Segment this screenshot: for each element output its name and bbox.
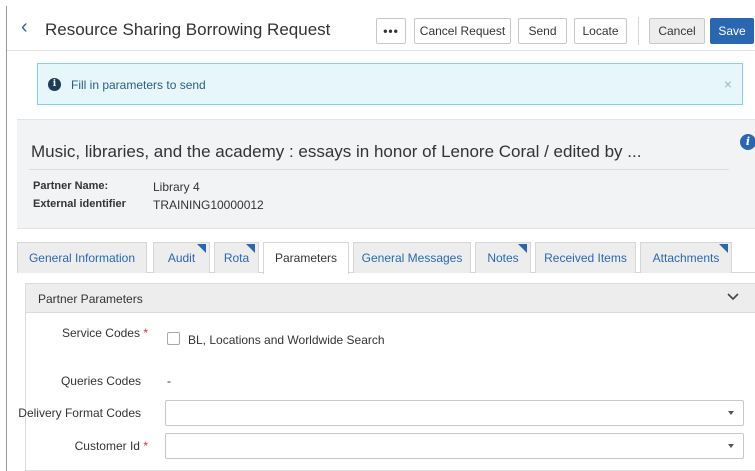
notification-flag-icon — [197, 244, 206, 253]
request-page: ‹ Resource Sharing Borrowing Request •••… — [6, 6, 755, 471]
delivery-format-codes-label: Delivery Format Codes — [18, 406, 141, 420]
tab-received-items[interactable]: Received Items — [535, 242, 636, 273]
panel-title: Partner Parameters — [38, 292, 143, 306]
send-button[interactable]: Send — [518, 18, 567, 44]
queries-codes-value: - — [167, 374, 171, 388]
info-alert: i Fill in parameters to send × — [37, 63, 743, 105]
info-circle-icon: i — [48, 78, 61, 91]
tab-attachments[interactable]: Attachments — [640, 242, 732, 273]
tab-label: Rota — [223, 251, 250, 265]
partner-name-label: Partner Name: — [33, 180, 109, 192]
label-text: Service Codes — [61, 326, 140, 340]
alert-message: Fill in parameters to send — [71, 78, 206, 92]
service-codes-label: Service Codes * — [62, 326, 148, 340]
tab-notes[interactable]: Notes — [475, 242, 531, 273]
queries-codes-label: Queries Codes — [60, 374, 141, 388]
save-button[interactable]: Save — [710, 18, 754, 44]
customer-id-select[interactable] — [165, 433, 744, 459]
info-icon[interactable]: i — [740, 134, 755, 150]
delivery-format-codes-select[interactable] — [165, 400, 744, 426]
cancel-request-button[interactable]: Cancel Request — [414, 18, 511, 44]
external-identifier-value: TRAINING10000012 — [153, 198, 264, 212]
tab-parameters[interactable]: Parameters — [263, 242, 349, 274]
divider — [29, 169, 729, 170]
service-codes-checkbox[interactable] — [167, 332, 180, 345]
dropdown-caret-icon — [728, 411, 734, 415]
back-arrow-icon[interactable]: ‹ — [21, 17, 35, 38]
notification-flag-icon — [518, 244, 527, 253]
customer-id-label: Customer Id * — [75, 439, 148, 453]
partner-name-value: Library 4 — [153, 180, 200, 194]
toolbar-divider — [638, 17, 639, 45]
more-actions-button[interactable]: ••• — [376, 18, 406, 44]
external-identifier-label: External identifier — [33, 198, 126, 210]
tab-audit[interactable]: Audit — [153, 242, 210, 273]
tab-rota[interactable]: Rota — [214, 242, 259, 273]
tab-label: Attachments — [652, 251, 720, 265]
service-codes-option-label[interactable]: BL, Locations and Worldwide Search — [188, 333, 385, 347]
required-mark: * — [143, 439, 148, 453]
chevron-down-icon[interactable] — [726, 290, 740, 304]
record-summary: Music, libraries, and the academy : essa… — [17, 119, 755, 229]
label-text: Customer Id — [74, 439, 140, 453]
tab-general-messages[interactable]: General Messages — [353, 242, 471, 273]
tab-label: Audit — [167, 251, 196, 265]
tab-general-information[interactable]: General Information — [17, 242, 147, 273]
partner-parameters-panel: Partner Parameters Service Codes * BL, L… — [18, 283, 755, 471]
page-header: ‹ Resource Sharing Borrowing Request •••… — [7, 6, 755, 51]
page-title: Resource Sharing Borrowing Request — [45, 20, 331, 39]
tab-label: Notes — [487, 251, 519, 265]
cancel-button[interactable]: Cancel — [649, 18, 705, 44]
locate-button[interactable]: Locate — [574, 18, 627, 44]
close-icon[interactable]: × — [724, 76, 732, 92]
notification-flag-icon — [246, 244, 255, 253]
required-mark: * — [143, 326, 148, 340]
dropdown-caret-icon — [728, 444, 734, 448]
notification-flag-icon — [719, 244, 728, 253]
panel-header[interactable]: Partner Parameters — [26, 284, 755, 313]
record-title: Music, libraries, and the academy : essa… — [31, 142, 642, 161]
tab-bar: General Information Audit Rota Parameter… — [17, 242, 755, 274]
